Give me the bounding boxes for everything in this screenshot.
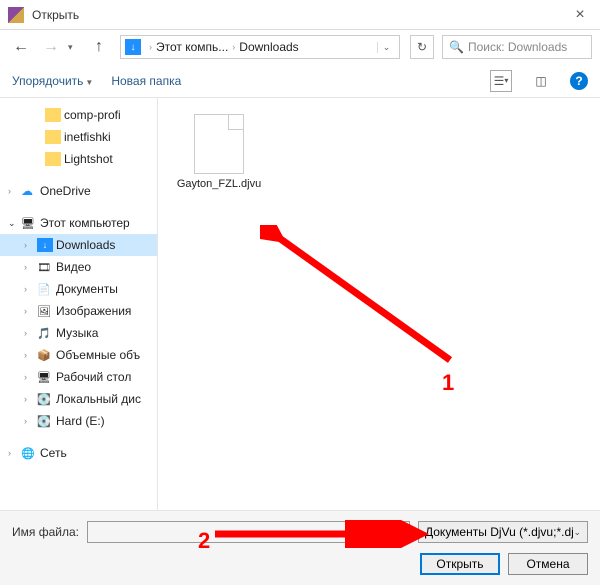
file-name-label: Gayton_FZL.djvu bbox=[177, 178, 261, 190]
tree-network[interactable]: ›Сеть bbox=[0, 442, 157, 464]
file-item[interactable]: Gayton_FZL.djvu bbox=[174, 114, 264, 190]
tree-folder-compprofi[interactable]: comp-profi bbox=[0, 104, 157, 126]
titlebar: Открыть × bbox=[0, 0, 600, 30]
path-sep-icon: › bbox=[149, 42, 152, 52]
forward-button[interactable]: → bbox=[38, 34, 64, 60]
file-area[interactable]: Gayton_FZL.djvu bbox=[158, 98, 600, 510]
tree-volumes[interactable]: ›Объемные объ bbox=[0, 344, 157, 366]
body: comp-profi inetfishki Lightshot ›OneDriv… bbox=[0, 98, 600, 510]
filename-dropdown-icon[interactable]: ⌄ bbox=[389, 527, 409, 538]
app-icon bbox=[8, 7, 24, 23]
new-folder-button[interactable]: Новая папка bbox=[111, 74, 181, 88]
tree-localdisk[interactable]: ›Локальный дис bbox=[0, 388, 157, 410]
tree-onedrive[interactable]: ›OneDrive bbox=[0, 180, 157, 202]
toolbar: Упорядочить▼ Новая папка ☰▾ ◫ ? bbox=[0, 64, 600, 98]
filename-label: Имя файла: bbox=[12, 525, 79, 539]
path-segment-downloads[interactable]: Downloads bbox=[239, 40, 298, 54]
search-placeholder: Поиск: Downloads bbox=[468, 40, 567, 54]
help-button[interactable]: ? bbox=[570, 72, 588, 90]
downloads-path-icon bbox=[125, 39, 141, 55]
tree-images[interactable]: ›Изображения bbox=[0, 300, 157, 322]
window-title: Открыть bbox=[32, 8, 560, 22]
path-sep-icon: › bbox=[232, 42, 235, 52]
close-button[interactable]: × bbox=[560, 0, 600, 30]
search-input[interactable]: 🔍 Поиск: Downloads bbox=[442, 35, 592, 59]
nav-tree: comp-profi inetfishki Lightshot ›OneDriv… bbox=[0, 98, 158, 510]
annotation-number-1: 1 bbox=[442, 370, 454, 396]
open-button[interactable]: Открыть bbox=[420, 553, 500, 575]
navbar: ← → ▾ ↑ › Этот компь... › Downloads ⌄ ↻ … bbox=[0, 30, 600, 64]
tree-hard-e[interactable]: ›Hard (E:) bbox=[0, 410, 157, 432]
cancel-button[interactable]: Отмена bbox=[508, 553, 588, 575]
refresh-button[interactable]: ↻ bbox=[410, 35, 434, 59]
organize-button[interactable]: Упорядочить▼ bbox=[12, 74, 93, 88]
up-button[interactable]: ↑ bbox=[86, 34, 112, 60]
path-dropdown-icon[interactable]: ⌄ bbox=[377, 42, 395, 53]
preview-pane-button[interactable]: ◫ bbox=[530, 70, 552, 92]
back-button[interactable]: ← bbox=[8, 34, 34, 60]
tree-folder-inetfishki[interactable]: inetfishki bbox=[0, 126, 157, 148]
annotation-number-2: 2 bbox=[198, 528, 210, 554]
filename-input[interactable]: ⌄ bbox=[87, 521, 410, 543]
view-mode-button[interactable]: ☰▾ bbox=[490, 70, 512, 92]
filetype-select[interactable]: Документы DjVu (*.djvu;*.djv)⌄ bbox=[418, 521, 588, 543]
tree-video[interactable]: ›Видео bbox=[0, 256, 157, 278]
footer: Имя файла: ⌄ Документы DjVu (*.djvu;*.dj… bbox=[0, 510, 600, 585]
tree-music[interactable]: ›Музыка bbox=[0, 322, 157, 344]
tree-downloads[interactable]: ›Downloads bbox=[0, 234, 157, 256]
tree-documents[interactable]: ›Документы bbox=[0, 278, 157, 300]
history-dropdown-icon[interactable]: ▾ bbox=[68, 42, 82, 53]
tree-this-pc[interactable]: ⌄Этот компьютер bbox=[0, 212, 157, 234]
tree-desktop[interactable]: ›Рабочий стол bbox=[0, 366, 157, 388]
tree-folder-lightshot[interactable]: Lightshot bbox=[0, 148, 157, 170]
path-segment-pc[interactable]: Этот компь... bbox=[156, 40, 228, 54]
search-icon: 🔍 bbox=[449, 40, 464, 54]
djvu-file-icon bbox=[194, 114, 244, 174]
address-bar[interactable]: › Этот компь... › Downloads ⌄ bbox=[120, 35, 400, 59]
